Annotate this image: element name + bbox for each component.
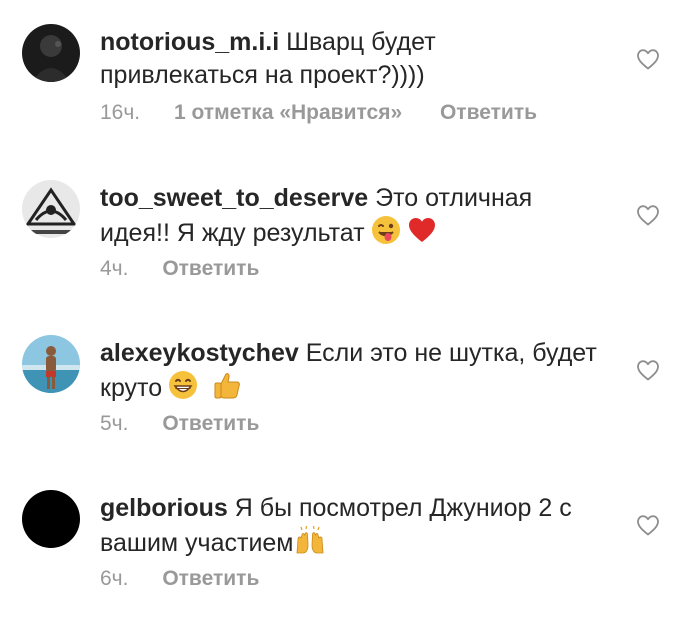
avatar[interactable] — [22, 180, 80, 238]
reply-button[interactable]: Ответить — [162, 412, 259, 435]
comment-meta: 4ч. Ответить — [100, 256, 259, 282]
comment-time[interactable]: 4ч. — [100, 257, 128, 280]
comment-meta: 5ч. Ответить — [100, 411, 259, 437]
comment-meta: 6ч. Ответить — [100, 566, 259, 592]
grinning-face-emoji — [168, 370, 198, 409]
like-heart-icon[interactable] — [636, 359, 660, 381]
red-heart-emoji — [407, 215, 437, 254]
comment-item: gelborious Я бы посмотрел Джуниор 2 с ва… — [0, 490, 700, 640]
comment-username[interactable]: notorious_m.i.i — [100, 28, 279, 56]
avatar[interactable] — [22, 335, 80, 393]
comment-meta: 16ч. 1 отметка «Нравится» Ответить — [100, 100, 537, 126]
comment-item: alexeykostychev Если это не шутка, будет… — [0, 335, 700, 485]
avatar[interactable] — [22, 490, 80, 548]
comment-item: too_sweet_to_deserve Это отличная идея!!… — [0, 180, 700, 330]
comment-item: notorious_m.i.i Шварц будет привлекаться… — [0, 24, 700, 174]
avatar[interactable] — [22, 24, 80, 82]
reply-button[interactable]: Ответить — [162, 567, 259, 590]
comment-username[interactable]: alexeykostychev — [100, 339, 299, 367]
like-heart-icon[interactable] — [636, 48, 660, 70]
comment-body: too_sweet_to_deserve Это отличная идея!!… — [100, 182, 600, 254]
comment-username[interactable]: gelborious — [100, 494, 228, 522]
comment-username[interactable]: too_sweet_to_deserve — [100, 184, 368, 212]
like-heart-icon[interactable] — [636, 514, 660, 536]
raising-hands-emoji — [294, 525, 326, 564]
comment-likes[interactable]: 1 отметка «Нравится» — [174, 101, 402, 124]
comment-time[interactable]: 16ч. — [100, 101, 140, 124]
comment-body: alexeykostychev Если это не шутка, будет… — [100, 337, 600, 409]
comment-body: notorious_m.i.i Шварц будет привлекаться… — [100, 26, 600, 92]
winking-face-tongue-emoji — [371, 215, 401, 254]
reply-button[interactable]: Ответить — [162, 257, 259, 280]
like-heart-icon[interactable] — [636, 204, 660, 226]
reply-button[interactable]: Ответить — [440, 101, 537, 124]
comment-time[interactable]: 6ч. — [100, 567, 128, 590]
comment-body: gelborious Я бы посмотрел Джуниор 2 с ва… — [100, 492, 600, 564]
comment-time[interactable]: 5ч. — [100, 412, 128, 435]
thumbs-up-emoji — [212, 370, 242, 409]
